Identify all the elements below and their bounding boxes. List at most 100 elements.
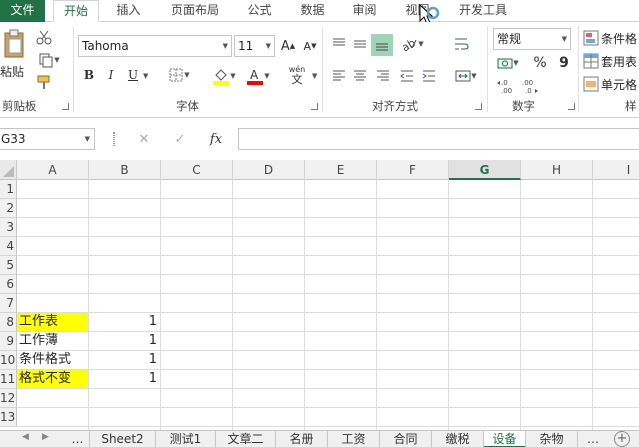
row-header-6[interactable]: 6 bbox=[0, 275, 17, 294]
wrap-text-button[interactable] bbox=[451, 34, 471, 54]
sheet-tab[interactable]: Sheet2 bbox=[90, 431, 156, 447]
tab-review[interactable]: 审阅 bbox=[342, 0, 387, 22]
scroll-right-icon[interactable]: ▶ bbox=[42, 432, 49, 442]
column-header-h[interactable]: H bbox=[521, 160, 593, 180]
decrease-decimal-button[interactable]: .00.0 bbox=[520, 76, 540, 96]
sheet-tab[interactable]: 工资 bbox=[328, 431, 380, 447]
row-header-2[interactable]: 2 bbox=[0, 199, 17, 218]
cell-styles-button[interactable]: 单元格 bbox=[583, 75, 639, 93]
tab-formulas[interactable]: 公式 bbox=[237, 0, 282, 22]
sheet-tab[interactable]: 测试1 bbox=[156, 431, 216, 447]
fill-color-button[interactable]: ▼ bbox=[209, 66, 239, 86]
decrease-indent-button[interactable] bbox=[397, 66, 417, 86]
increase-font-button[interactable]: A ▲ bbox=[279, 36, 297, 56]
cell-a11[interactable]: 格式不变 bbox=[17, 370, 88, 388]
column-header-f[interactable]: F bbox=[377, 160, 449, 180]
insert-function-button[interactable]: fx bbox=[205, 129, 227, 149]
font-color-button[interactable]: A ▼ bbox=[243, 66, 273, 86]
sheet-tab[interactable]: 合同 bbox=[380, 431, 432, 447]
align-bottom-button[interactable] bbox=[371, 34, 393, 56]
row-header-5[interactable]: 5 bbox=[0, 256, 17, 275]
format-painter-button[interactable] bbox=[33, 73, 55, 91]
sheet-tab[interactable]: 杂物 bbox=[526, 431, 578, 447]
scroll-left-icon[interactable]: ◀ bbox=[22, 432, 29, 442]
borders-button[interactable]: ▼ bbox=[165, 66, 193, 84]
paste-button[interactable] bbox=[0, 26, 28, 60]
font-launcher-icon[interactable] bbox=[311, 103, 318, 110]
enter-button[interactable]: ✓ bbox=[170, 129, 190, 149]
row-header-3[interactable]: 3 bbox=[0, 218, 17, 237]
column-header-a[interactable]: A bbox=[17, 160, 89, 180]
comma-style-button[interactable]: 9 bbox=[556, 53, 572, 73]
column-header-g[interactable]: G bbox=[449, 160, 521, 180]
percent-button[interactable]: % bbox=[531, 53, 549, 73]
cell-b9[interactable]: 1 bbox=[89, 332, 160, 350]
tab-developer[interactable]: 开发工具 bbox=[448, 0, 518, 22]
cell-b8[interactable]: 1 bbox=[89, 313, 160, 331]
decrease-font-button[interactable]: A ▼ bbox=[301, 36, 319, 56]
cell-b11[interactable]: 1 bbox=[89, 370, 160, 388]
row-header-12[interactable]: 12 bbox=[0, 389, 17, 408]
conditional-format-button[interactable]: 条件格 bbox=[583, 29, 639, 47]
currency-button[interactable]: ▼ bbox=[494, 53, 522, 73]
cancel-button[interactable]: ✕ bbox=[134, 129, 154, 149]
sheet-tab-active[interactable]: 设备 bbox=[484, 431, 526, 447]
copy-button[interactable]: ▼ bbox=[33, 51, 65, 69]
font-size-select[interactable]: 11 ▼ bbox=[234, 35, 275, 57]
row-header-10[interactable]: 10 bbox=[0, 351, 17, 370]
sheet-tab[interactable]: 缴税 bbox=[432, 431, 484, 447]
number-launcher-icon[interactable] bbox=[568, 103, 575, 110]
cell-b10[interactable]: 1 bbox=[89, 351, 160, 369]
row-header-9[interactable]: 9 bbox=[0, 332, 17, 351]
column-header-d[interactable]: D bbox=[233, 160, 305, 180]
format-as-table-button[interactable]: 套用表 bbox=[583, 52, 639, 70]
tab-data[interactable]: 数据 bbox=[290, 0, 335, 22]
increase-indent-button[interactable] bbox=[419, 66, 439, 86]
align-center-button[interactable] bbox=[350, 66, 370, 86]
worksheet-grid[interactable]: A B C D E F G H I 1 2 3 4 5 6 7 8 9 10 1… bbox=[0, 160, 639, 430]
sheet-tab[interactable]: 名册 bbox=[276, 431, 328, 447]
row-header-1[interactable]: 1 bbox=[0, 180, 17, 199]
alignment-launcher-icon[interactable] bbox=[475, 103, 482, 110]
italic-button[interactable]: I bbox=[103, 66, 119, 84]
font-family-select[interactable]: Tahoma ▼ bbox=[78, 35, 232, 57]
number-format-select[interactable]: 常规 ▼ bbox=[493, 28, 571, 50]
sheet-tab[interactable]: 文章二 bbox=[216, 431, 276, 447]
select-all-corner[interactable] bbox=[0, 160, 17, 180]
column-header-i[interactable]: I bbox=[593, 160, 639, 180]
name-box[interactable]: G33 ▼ bbox=[0, 128, 95, 150]
tab-page-layout[interactable]: 页面布局 bbox=[160, 0, 230, 22]
row-header-11[interactable]: 11 bbox=[0, 370, 17, 389]
cell-a9[interactable]: 工作薄 bbox=[17, 332, 88, 350]
gridline bbox=[88, 180, 89, 430]
clipboard-launcher-icon[interactable] bbox=[62, 103, 69, 110]
merge-center-button[interactable]: ▼ bbox=[451, 66, 481, 86]
bold-button[interactable]: B bbox=[81, 66, 97, 84]
resize-handle[interactable] bbox=[113, 132, 115, 146]
cell-a10[interactable]: 条件格式 bbox=[17, 351, 88, 369]
column-header-b[interactable]: B bbox=[89, 160, 161, 180]
row-header-4[interactable]: 4 bbox=[0, 237, 17, 256]
orientation-button[interactable]: ab ▼ bbox=[397, 34, 427, 54]
align-top-button[interactable] bbox=[329, 34, 349, 54]
tab-home[interactable]: 开始 bbox=[53, 0, 99, 23]
align-middle-button[interactable] bbox=[350, 34, 370, 54]
tab-file[interactable]: 文件 bbox=[0, 0, 45, 22]
column-header-c[interactable]: C bbox=[161, 160, 233, 180]
column-header-e[interactable]: E bbox=[305, 160, 377, 180]
underline-button[interactable]: U bbox=[125, 66, 141, 84]
increase-decimal-button[interactable]: .0.00 bbox=[496, 76, 516, 96]
cell-a8[interactable]: 工作表 bbox=[17, 313, 88, 331]
phonetic-button[interactable]: wén 文 bbox=[285, 64, 309, 86]
align-left-button[interactable] bbox=[329, 66, 349, 86]
sheet-tab-more[interactable]: … bbox=[66, 431, 90, 447]
add-sheet-icon[interactable]: + bbox=[614, 431, 630, 447]
sheet-tab-more-right[interactable]: … bbox=[578, 431, 608, 447]
align-right-button[interactable] bbox=[373, 66, 393, 86]
tab-insert[interactable]: 插入 bbox=[106, 0, 151, 22]
formula-input[interactable] bbox=[238, 128, 639, 150]
row-header-8[interactable]: 8 bbox=[0, 313, 17, 332]
cut-button[interactable] bbox=[33, 28, 55, 46]
row-header-13[interactable]: 13 bbox=[0, 408, 17, 427]
row-header-7[interactable]: 7 bbox=[0, 294, 17, 313]
